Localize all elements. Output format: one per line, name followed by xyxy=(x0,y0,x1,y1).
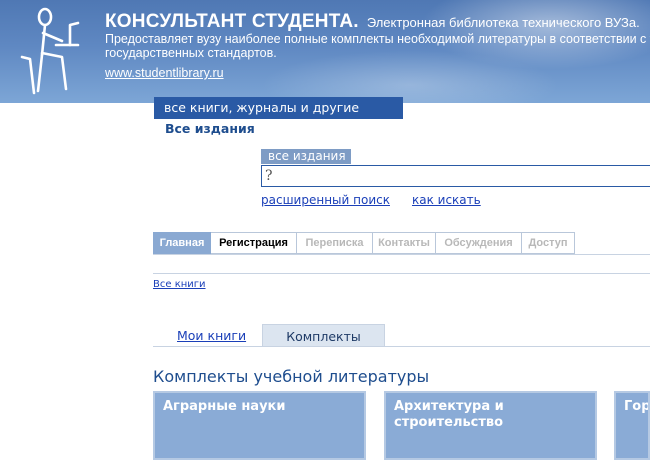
breadcrumb-all-books[interactable]: Все книги xyxy=(153,279,206,290)
brand: КОНСУЛЬТАНТ СТУДЕНТА. Электронная библио… xyxy=(105,11,640,33)
description-line: государственных стандартов. xyxy=(105,46,277,60)
search-label: все издания xyxy=(261,149,351,164)
category-label: Аграрные науки xyxy=(163,399,286,414)
divider xyxy=(153,273,650,274)
site-header: КОНСУЛЬТАНТ СТУДЕНТА. Электронная библио… xyxy=(0,0,650,103)
tab-home[interactable]: Главная xyxy=(153,232,211,254)
collection-tab[interactable]: все книги, журналы и другие издания xyxy=(154,97,403,137)
tab-correspondence[interactable]: Переписка xyxy=(297,232,373,254)
description-line: Предоставляет вузу наиболее полные компл… xyxy=(105,32,650,46)
site-description: Предоставляет вузу наиболее полные компл… xyxy=(105,32,650,60)
category-card-mining[interactable]: Гор xyxy=(614,391,650,460)
tab-access[interactable]: Доступ xyxy=(522,232,575,254)
main-nav-tabs: Главная Регистрация Переписка Контакты О… xyxy=(153,232,575,254)
kits-title: Комплекты учебной литературы xyxy=(153,367,430,386)
section-title: Все издания xyxy=(165,121,255,136)
tab-my-books[interactable]: Мои книги xyxy=(177,328,246,343)
divider xyxy=(153,254,650,255)
tab-sets[interactable]: Комплекты xyxy=(262,324,385,347)
divider xyxy=(153,346,650,347)
tab-contacts[interactable]: Контакты xyxy=(373,232,436,254)
tab-discussions[interactable]: Обсуждения xyxy=(436,232,522,254)
advanced-search-link[interactable]: расширенный поиск xyxy=(261,193,390,207)
category-label: строительство xyxy=(394,415,504,430)
student-logo-icon xyxy=(20,7,80,95)
site-link[interactable]: www.studentlibrary.ru xyxy=(105,66,224,80)
category-label: Гор xyxy=(624,399,650,414)
brand-subtitle: Электронная библиотека технического ВУЗа… xyxy=(366,15,640,30)
search-input[interactable] xyxy=(261,165,650,187)
category-label: Архитектура и xyxy=(394,399,504,414)
category-card-architecture[interactable]: Архитектура и строительство xyxy=(384,391,597,460)
how-to-search-link[interactable]: как искать xyxy=(412,193,481,207)
brand-name: КОНСУЛЬТАНТ СТУДЕНТА. xyxy=(105,11,359,32)
tab-registration[interactable]: Регистрация xyxy=(211,232,297,254)
category-card-agrarian[interactable]: Аграрные науки xyxy=(153,391,366,460)
